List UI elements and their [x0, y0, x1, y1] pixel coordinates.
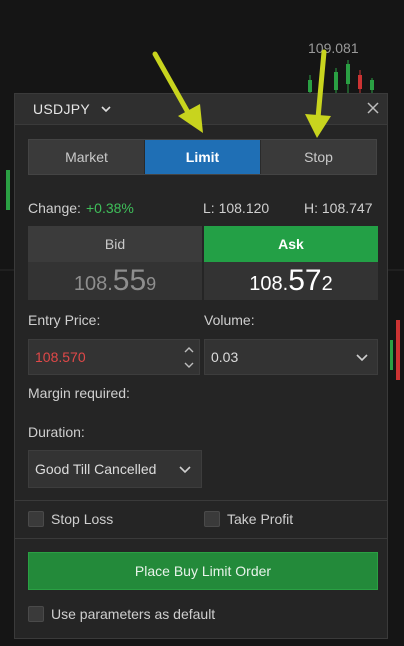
order-type-tabs: Market Limit Stop [28, 139, 377, 175]
divider [15, 500, 387, 501]
ask-button[interactable]: Ask 108. 57 2 [204, 226, 378, 300]
default-params-label: Use parameters as default [51, 606, 216, 622]
ask-price: 108. 57 2 [204, 262, 378, 300]
stop-loss-label: Stop Loss [51, 511, 114, 527]
tab-stop[interactable]: Stop [261, 140, 376, 174]
duration-label: Duration: [28, 424, 85, 440]
ask-price-prefix: 108. [249, 273, 289, 295]
price-stats-row: Change: +0.38% L: 108.120 H: 108.747 [28, 200, 378, 216]
bid-price-suffix: 9 [146, 274, 157, 294]
dialog-header: USDJPY [15, 94, 387, 125]
stop-loss-checkbox[interactable] [28, 511, 44, 527]
divider [15, 538, 387, 539]
ask-price-big: 57 [288, 264, 322, 297]
bid-price-prefix: 108. [73, 273, 113, 295]
high-price: H: 108.747 [304, 200, 373, 216]
tab-market[interactable]: Market [29, 140, 145, 174]
chevron-down-icon[interactable] [99, 102, 113, 116]
entry-price-value: 108.570 [35, 349, 86, 365]
place-order-button[interactable]: Place Buy Limit Order [28, 552, 378, 590]
volume-value: 0.03 [211, 349, 239, 365]
change-label: Change: [28, 200, 81, 216]
chevron-down-icon [179, 466, 191, 474]
take-profit-checkbox[interactable] [204, 511, 220, 527]
bid-button[interactable]: Bid 108. 55 9 [28, 226, 202, 300]
chevron-down-icon[interactable] [183, 360, 195, 370]
take-profit-label: Take Profit [227, 511, 294, 527]
chevron-down-icon [356, 354, 368, 362]
entry-price-input[interactable]: 108.570 [28, 339, 200, 375]
ask-label: Ask [204, 226, 378, 262]
volume-label: Volume: [204, 312, 255, 328]
bid-price: 108. 55 9 [28, 262, 202, 300]
chevron-up-icon[interactable] [183, 345, 195, 355]
bid-price-big: 55 [112, 264, 147, 297]
bid-label: Bid [28, 226, 202, 262]
margin-required-label: Margin required: [28, 385, 130, 401]
volume-select[interactable]: 0.03 [204, 339, 378, 375]
low-price: L: 108.120 [203, 200, 270, 216]
duration-value: Good Till Cancelled [35, 461, 157, 477]
change-value: +0.38% [86, 200, 134, 216]
entry-price-label: Entry Price: [28, 312, 101, 328]
order-dialog: USDJPY Market Limit Stop Change: +0.38% … [14, 93, 388, 639]
symbol-selector[interactable]: USDJPY [33, 101, 90, 117]
tab-limit[interactable]: Limit [145, 140, 261, 174]
close-icon[interactable] [365, 100, 381, 116]
ask-price-suffix: 2 [321, 273, 333, 295]
default-params-checkbox[interactable] [28, 606, 44, 622]
duration-select[interactable]: Good Till Cancelled [28, 450, 202, 488]
